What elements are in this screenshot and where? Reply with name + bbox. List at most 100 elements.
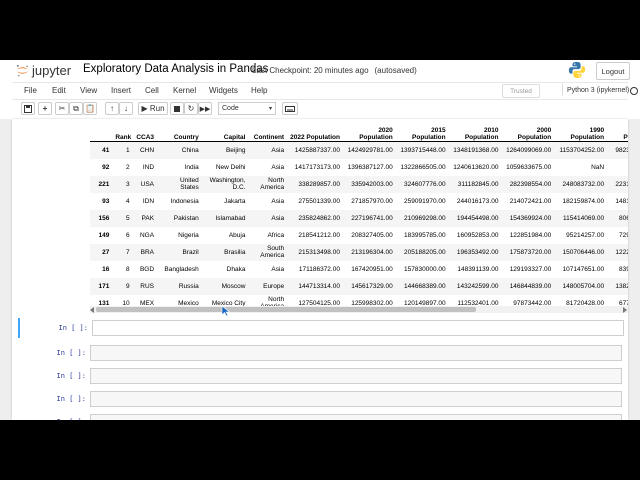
input-prompt: In [ ]: bbox=[56, 395, 86, 403]
cell-capital: Beijing bbox=[225, 146, 246, 154]
cell-rank: 4 bbox=[126, 197, 130, 205]
code-cell[interactable]: In [ ]: bbox=[18, 389, 622, 409]
fast-forward-icon: ▶▶ bbox=[199, 105, 211, 113]
table-row: 171 9 RUS Russia Moscow Europe 144713314.00 145… bbox=[90, 277, 628, 295]
horizontal-scrollbar[interactable] bbox=[90, 306, 628, 313]
cell-type-select[interactable]: Code ▾ bbox=[218, 102, 276, 115]
table-body: 41 1 CHN China Beijing Asia 1425887337.00 14249… bbox=[90, 141, 628, 309]
cell-2022-population: 1417173173.00 bbox=[294, 163, 340, 171]
cell-continent: Asia bbox=[271, 146, 285, 154]
scissors-icon: ✂ bbox=[58, 104, 66, 113]
row-index: 16 bbox=[102, 265, 110, 273]
col-header-2020-population: 2020 Population bbox=[342, 119, 396, 142]
move-up-button[interactable]: ↑ bbox=[105, 102, 119, 115]
menu-cell[interactable]: Cell bbox=[145, 86, 159, 95]
cell-rank: 2 bbox=[126, 163, 130, 171]
menu-insert[interactable]: Insert bbox=[111, 86, 131, 95]
cell-capital: New Delhi bbox=[215, 163, 246, 171]
menu-help[interactable]: Help bbox=[251, 86, 267, 95]
scroll-left-icon[interactable] bbox=[90, 307, 94, 313]
trusted-indicator[interactable]: Trusted bbox=[502, 84, 540, 98]
col-header-2000-population: 2000 Population bbox=[501, 119, 555, 142]
cell-2010-population: 160952853.00 bbox=[456, 231, 499, 239]
jupyter-logo[interactable]: jupyter bbox=[16, 62, 71, 78]
col-header-2010-population: 2010 Population bbox=[448, 119, 502, 142]
cell-cca3: RUS bbox=[140, 282, 155, 290]
cell-1980-population: 148177096.00 bbox=[615, 197, 628, 205]
cell-country: Indonesia bbox=[170, 197, 199, 205]
code-cell[interactable]: In [ ]: bbox=[18, 412, 622, 420]
autosave-text: (autosaved) bbox=[374, 66, 417, 75]
menu-edit[interactable]: Edit bbox=[52, 86, 66, 95]
save-button[interactable] bbox=[21, 102, 35, 115]
menu-widgets[interactable]: Widgets bbox=[209, 86, 238, 95]
cell-2022-population: 171186372.00 bbox=[298, 265, 340, 273]
notebook-page: Rank CCA3 Country Capital Continent 2022… bbox=[12, 119, 628, 420]
cell-2020-population: 271857970.00 bbox=[351, 197, 393, 205]
code-input[interactable] bbox=[90, 391, 622, 407]
col-header-capital: Capital bbox=[201, 119, 249, 142]
cut-button[interactable]: ✂ bbox=[55, 102, 69, 115]
paste-button[interactable]: 📋 bbox=[83, 102, 97, 115]
code-input[interactable] bbox=[92, 320, 624, 336]
restart-button[interactable]: ↻ bbox=[184, 102, 198, 115]
interrupt-button[interactable] bbox=[170, 102, 184, 115]
index-header bbox=[90, 119, 113, 142]
insert-cell-button[interactable]: + bbox=[38, 102, 52, 115]
dataframe-table: Rank CCA3 Country Capital Continent 2022… bbox=[90, 119, 628, 309]
notebook-title[interactable]: Exploratory Data Analysis in Pandas bbox=[83, 63, 268, 75]
code-cell[interactable]: In [ ]: bbox=[18, 366, 622, 386]
code-cell[interactable]: In [ ]: bbox=[18, 318, 624, 338]
cell-cca3: USA bbox=[140, 180, 155, 188]
cell-2000-population: 1264099069.00 bbox=[506, 146, 552, 154]
kernel-indicator[interactable]: Python 3 (ipykernel) bbox=[562, 84, 640, 96]
code-input[interactable] bbox=[90, 414, 622, 420]
cell-continent: Asia bbox=[271, 197, 285, 205]
python-logo-icon bbox=[568, 61, 586, 79]
copy-button[interactable]: ⧉ bbox=[69, 102, 83, 115]
code-input[interactable] bbox=[90, 345, 622, 361]
cell-rank: 5 bbox=[126, 214, 130, 222]
menu-file[interactable]: File bbox=[24, 86, 37, 95]
cell-2020-population: 213196304.00 bbox=[351, 248, 393, 256]
scroll-right-icon[interactable] bbox=[623, 307, 627, 313]
code-input[interactable] bbox=[90, 368, 622, 384]
command-palette-button[interactable] bbox=[282, 102, 298, 115]
run-button[interactable]: ▶ Run bbox=[138, 102, 168, 115]
cell-2020-population: 335942003.00 bbox=[351, 180, 393, 188]
input-prompt: In [ ]: bbox=[18, 418, 86, 420]
move-down-button[interactable]: ↓ bbox=[119, 102, 133, 115]
chevron-down-icon: ▾ bbox=[268, 106, 272, 112]
cell-2010-population: 1348191368.00 bbox=[453, 146, 499, 154]
cell-capital: Jakarta bbox=[224, 197, 246, 205]
row-index: 41 bbox=[102, 146, 110, 154]
save-icon bbox=[24, 104, 32, 113]
plus-icon: + bbox=[42, 104, 48, 113]
cell-rank: 3 bbox=[126, 180, 130, 188]
code-cell[interactable]: In [ ]: bbox=[18, 343, 622, 363]
scrollbar-thumb[interactable] bbox=[96, 307, 476, 312]
cell-2022-population: 215313498.00 bbox=[298, 248, 340, 256]
cell-1980-population: 83929765.00 bbox=[619, 265, 628, 273]
col-header-2015-population: 2015 Population bbox=[395, 119, 449, 142]
row-index: 149 bbox=[98, 231, 110, 239]
mouse-cursor-icon bbox=[221, 305, 231, 317]
restart-run-all-button[interactable]: ▶▶ bbox=[198, 102, 212, 115]
cell-cca3: NGA bbox=[139, 231, 155, 239]
menu-kernel[interactable]: Kernel bbox=[173, 86, 196, 95]
cell-cca3: BGD bbox=[139, 265, 155, 273]
stop-icon bbox=[174, 105, 180, 112]
cell-continent: Europe bbox=[263, 282, 285, 290]
menubar: File Edit View Insert Cell Kernel Widget… bbox=[12, 82, 638, 100]
cell-2020-population: 1396387127.00 bbox=[347, 163, 393, 171]
logout-button[interactable]: Logout bbox=[596, 62, 630, 80]
cell-2015-population: 183995785.00 bbox=[404, 231, 446, 239]
cell-rank: 6 bbox=[126, 231, 130, 239]
play-icon: ▶ bbox=[141, 104, 148, 113]
cell-country: Bangladesh bbox=[164, 265, 199, 273]
cell-2015-population: 324607776.00 bbox=[404, 180, 446, 188]
cell-country: United States bbox=[179, 177, 199, 191]
menu-view[interactable]: View bbox=[80, 86, 97, 95]
col-header-1980-population: 1980 Population bbox=[607, 119, 628, 142]
col-header-1990-population: 1990 Population bbox=[554, 119, 608, 142]
